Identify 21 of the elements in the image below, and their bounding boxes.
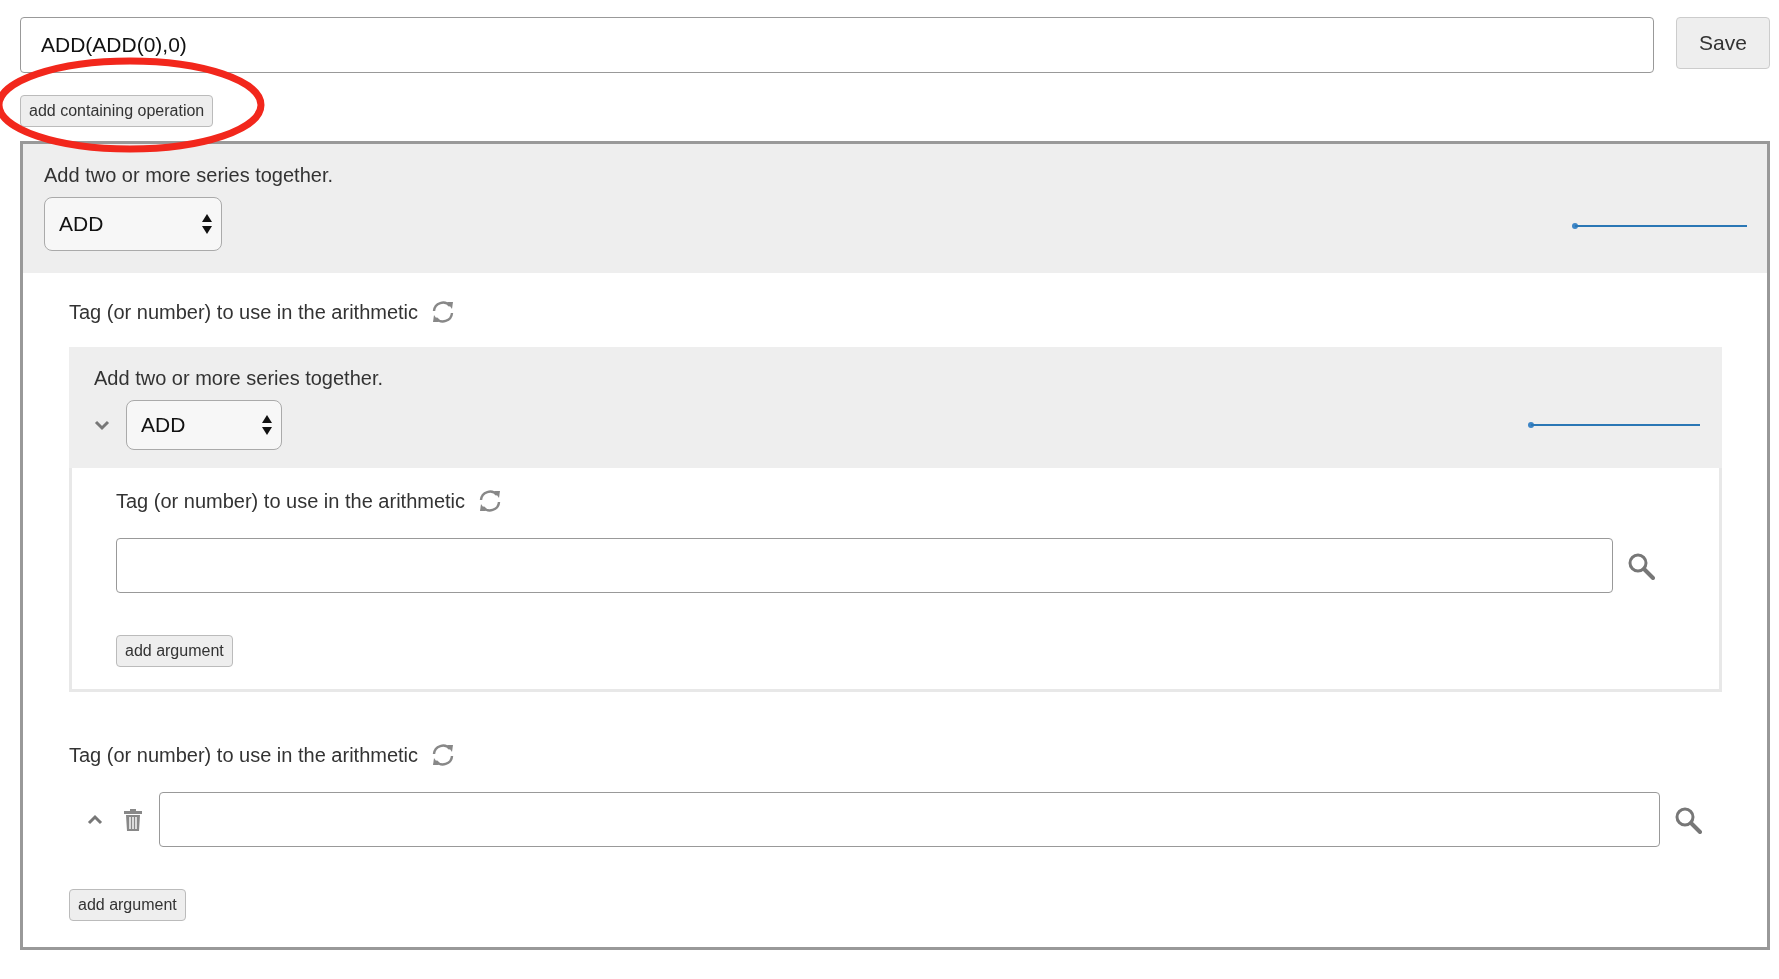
argument-label: Tag (or number) to use in the arithmetic bbox=[116, 489, 466, 513]
search-icon[interactable] bbox=[1627, 551, 1655, 580]
chevron-down-icon[interactable] bbox=[94, 419, 110, 431]
save-button[interactable]: Save bbox=[1676, 17, 1770, 69]
expression-field[interactable]: ADD(ADD(0),0) bbox=[20, 17, 1654, 73]
add-argument-button[interactable]: add argument bbox=[69, 889, 186, 921]
chevron-up-icon[interactable] bbox=[87, 813, 103, 826]
tag-input[interactable] bbox=[159, 792, 1660, 847]
add-containing-operation-button[interactable]: add containing operation bbox=[20, 95, 214, 127]
up-down-arrows-icon bbox=[201, 213, 213, 235]
operation-select[interactable]: ADD bbox=[44, 197, 222, 251]
operation-description: Add two or more series together. bbox=[94, 367, 384, 390]
up-down-arrows-icon bbox=[261, 414, 273, 436]
argument-label: Tag (or number) to use in the arithmetic bbox=[69, 743, 419, 767]
operation-description: Add two or more series together. bbox=[44, 164, 334, 187]
add-argument-button[interactable]: add argument bbox=[116, 635, 233, 667]
search-icon[interactable] bbox=[1674, 805, 1702, 834]
tag-input[interactable] bbox=[116, 538, 1613, 593]
operation-select[interactable]: ADD bbox=[126, 400, 282, 450]
argument-label: Tag (or number) to use in the arithmetic bbox=[69, 300, 419, 324]
trash-icon[interactable] bbox=[123, 807, 143, 832]
